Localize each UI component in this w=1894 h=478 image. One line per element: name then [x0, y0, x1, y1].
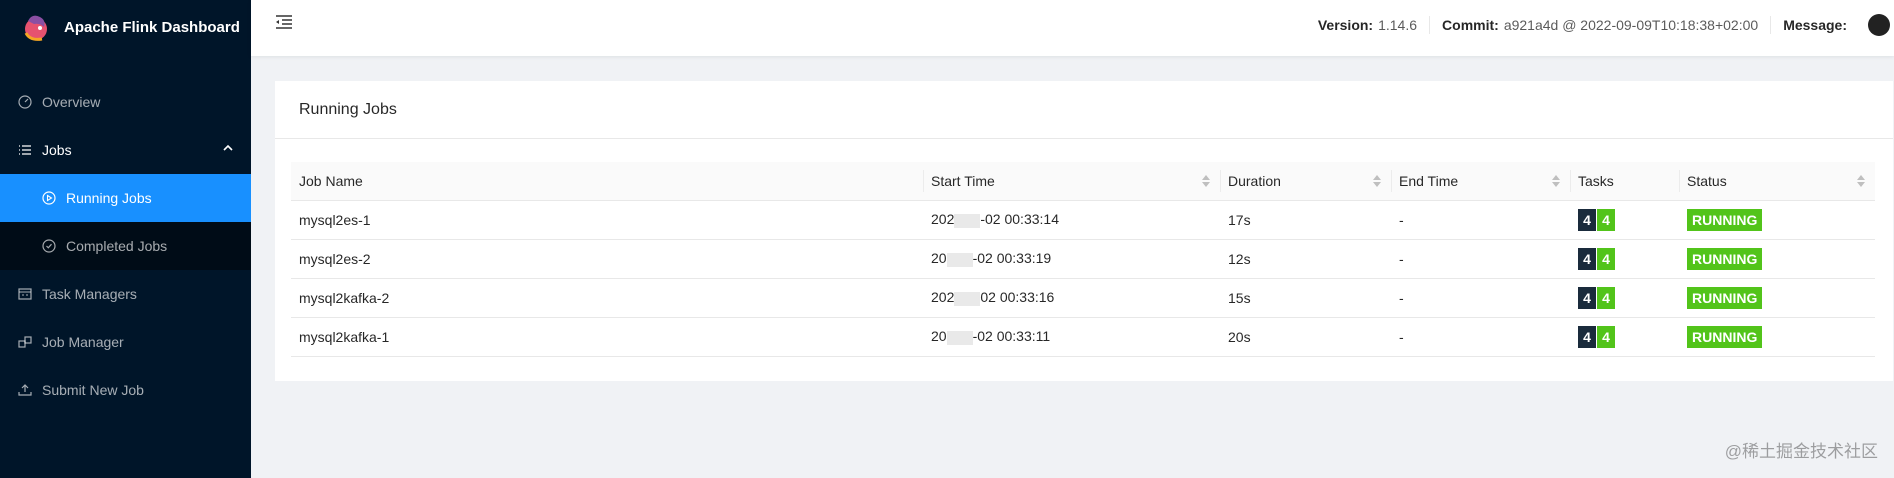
- version-label: Version:: [1317, 17, 1374, 33]
- job-name: mysql2es-1: [291, 200, 923, 240]
- table-row[interactable]: mysql2es-1 202 -02 00:33:14 17s - 44 RUNN…: [291, 200, 1875, 240]
- tasks: 44: [1570, 200, 1679, 240]
- task-count-total: 4: [1578, 325, 1596, 348]
- column-header-end-time[interactable]: End Time: [1391, 162, 1570, 201]
- sidebar-item-task-managers[interactable]: Task Managers: [0, 270, 251, 318]
- task-count-total: 4: [1578, 247, 1596, 270]
- end-time: -: [1391, 239, 1570, 279]
- status: RUNNING: [1679, 278, 1875, 318]
- list-icon: [18, 143, 32, 157]
- status-badge: RUNNING: [1687, 286, 1763, 309]
- table-row[interactable]: mysql2es-2 20 -02 00:33:19 12s - 44 RUNNI…: [291, 239, 1875, 279]
- running-jobs-card: Running Jobs Job Name Start Time Duratio…: [275, 81, 1893, 381]
- table-header-row: Job Name Start Time Duration End Time Ta…: [291, 162, 1875, 201]
- sidebar: Apache Flink Dashboard Overview Jobs Run…: [0, 0, 251, 478]
- dashboard-icon: [18, 95, 32, 109]
- column-header-start-time[interactable]: Start Time: [923, 162, 1220, 201]
- redacted-block: [946, 252, 973, 267]
- task-count-running: 4: [1597, 325, 1615, 348]
- duration: 15s: [1220, 278, 1391, 318]
- redacted-block: [954, 213, 981, 228]
- column-header-tasks: Tasks: [1570, 162, 1679, 201]
- column-header-status[interactable]: Status: [1679, 162, 1875, 201]
- message-badge-icon[interactable]: [1868, 14, 1890, 36]
- end-time: -: [1391, 200, 1570, 240]
- sidebar-item-running-jobs[interactable]: Running Jobs: [0, 174, 251, 222]
- sidebar-item-label: Submit New Job: [42, 382, 144, 398]
- table-row[interactable]: mysql2kafka-2 202 02 00:33:16 15s - 44 RU…: [291, 278, 1875, 318]
- version-info: Version: 1.14.6: [1306, 16, 1429, 34]
- sidebar-item-label: Overview: [42, 94, 101, 110]
- watermark: @稀土掘金技术社区: [1724, 442, 1878, 461]
- status-badge: RUNNING: [1687, 247, 1763, 270]
- app-title: Apache Flink Dashboard: [64, 18, 240, 36]
- sort-icon[interactable]: [1552, 174, 1560, 188]
- duration: 20s: [1220, 317, 1391, 357]
- logo[interactable]: Apache Flink Dashboard: [0, 0, 251, 54]
- task-count-running: 4: [1597, 247, 1615, 270]
- sort-icon[interactable]: [1373, 174, 1381, 188]
- status: RUNNING: [1679, 200, 1875, 240]
- upload-icon: [18, 383, 32, 397]
- sidebar-item-submit-new-job[interactable]: Submit New Job: [0, 366, 251, 414]
- redacted-block: [954, 291, 981, 306]
- redacted-block: [946, 330, 973, 345]
- column-header-job-name: Job Name: [291, 162, 923, 201]
- sidebar-menu: Overview Jobs Running Jobs Completed Job…: [0, 78, 251, 414]
- check-circle-icon: [42, 239, 56, 253]
- commit-value: a921a4d @ 2022-09-09T10:18:38+02:00: [1503, 17, 1759, 33]
- message-info: Message:: [1770, 14, 1894, 36]
- job-name: mysql2kafka-2: [291, 278, 923, 318]
- duration: 12s: [1220, 239, 1391, 279]
- end-time: -: [1391, 278, 1570, 318]
- task-count-total: 4: [1578, 208, 1596, 231]
- sidebar-item-overview[interactable]: Overview: [0, 78, 251, 126]
- card-title: Running Jobs: [275, 81, 1893, 139]
- tasks: 44: [1570, 317, 1679, 357]
- sidebar-item-completed-jobs[interactable]: Completed Jobs: [0, 222, 251, 270]
- sidebar-item-jobs[interactable]: Jobs: [0, 126, 251, 174]
- tasks: 44: [1570, 239, 1679, 279]
- sort-icon[interactable]: [1857, 174, 1865, 188]
- task-count-total: 4: [1578, 286, 1596, 309]
- task-count-running: 4: [1597, 208, 1615, 231]
- status-badge: RUNNING: [1687, 325, 1763, 348]
- sort-icon[interactable]: [1202, 174, 1210, 188]
- sidebar-item-label: Task Managers: [42, 286, 137, 302]
- commit-info: Commit: a921a4d @ 2022-09-09T10:18:38+02…: [1429, 16, 1770, 34]
- flink-squirrel-logo: [24, 15, 47, 41]
- status: RUNNING: [1679, 317, 1875, 357]
- status: RUNNING: [1679, 239, 1875, 279]
- version-value: 1.14.6: [1378, 17, 1418, 33]
- sidebar-item-label: Job Manager: [42, 334, 124, 350]
- commit-label: Commit:: [1442, 17, 1499, 33]
- column-header-duration[interactable]: Duration: [1220, 162, 1391, 201]
- table-row[interactable]: mysql2kafka-1 20 -02 00:33:11 20s - 44 RU…: [291, 317, 1875, 357]
- status-badge: RUNNING: [1687, 208, 1763, 231]
- job-name: mysql2kafka-1: [291, 317, 923, 357]
- end-time: -: [1391, 317, 1570, 357]
- job-name: mysql2es-2: [291, 239, 923, 279]
- sidebar-item-label: Completed Jobs: [66, 238, 168, 254]
- task-count-running: 4: [1597, 286, 1615, 309]
- sidebar-item-job-manager[interactable]: Job Manager: [0, 318, 251, 366]
- duration: 17s: [1220, 200, 1391, 240]
- sidebar-item-label: Jobs: [42, 142, 72, 158]
- jobs-table: Job Name Start Time Duration End Time Ta…: [291, 162, 1875, 357]
- build-icon: [18, 335, 32, 349]
- start-time: 202 -02 00:33:14: [923, 200, 1220, 240]
- schedule-icon: [18, 287, 32, 301]
- start-time: 202 02 00:33:16: [923, 278, 1220, 318]
- header-info: Version: 1.14.6 Commit: a921a4d @ 2022-0…: [1306, 0, 1894, 50]
- start-time: 20 -02 00:33:11: [923, 317, 1220, 357]
- start-time: 20 -02 00:33:19: [923, 239, 1220, 279]
- play-circle-icon: [42, 191, 56, 205]
- header: Version: 1.14.6 Commit: a921a4d @ 2022-0…: [251, 0, 1894, 56]
- sidebar-item-label: Running Jobs: [66, 190, 152, 206]
- menu-fold-icon[interactable]: [275, 14, 293, 30]
- tasks: 44: [1570, 278, 1679, 318]
- message-label: Message:: [1783, 17, 1847, 33]
- chevron-up-icon: [223, 144, 233, 151]
